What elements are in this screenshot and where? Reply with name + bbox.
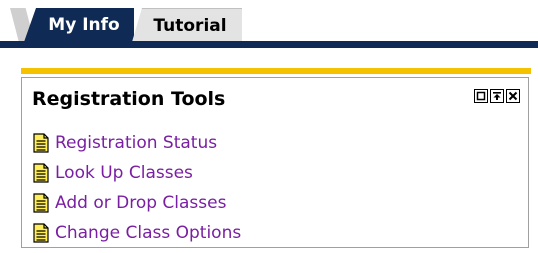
list-item: Registration Status bbox=[32, 128, 241, 158]
portlet-accent-bar bbox=[21, 68, 531, 74]
list-item: Add or Drop Classes bbox=[32, 188, 241, 218]
document-icon bbox=[33, 163, 49, 183]
list-item: Change Class Options bbox=[32, 218, 241, 248]
look-up-classes-link[interactable]: Look Up Classes bbox=[55, 163, 193, 183]
change-class-options-link[interactable]: Change Class Options bbox=[55, 223, 241, 243]
list-item: Look Up Classes bbox=[32, 158, 241, 188]
tab-bar: My Info Tutorial bbox=[0, 0, 538, 48]
document-icon bbox=[33, 223, 49, 243]
document-icon bbox=[33, 193, 49, 213]
registration-tools-portlet: Registration Tools Registration Status L… bbox=[21, 77, 529, 248]
tab-underline bbox=[0, 41, 538, 48]
restore-icon[interactable] bbox=[474, 89, 488, 103]
link-list: Registration Status Look Up Classes Add … bbox=[32, 128, 241, 248]
portlet-controls bbox=[474, 89, 520, 103]
registration-status-link[interactable]: Registration Status bbox=[55, 133, 217, 153]
tab-label: My Info bbox=[48, 15, 120, 35]
add-or-drop-classes-link[interactable]: Add or Drop Classes bbox=[55, 193, 226, 213]
tab-label: Tutorial bbox=[153, 16, 227, 36]
maximize-icon[interactable] bbox=[490, 89, 504, 103]
close-icon[interactable] bbox=[506, 89, 520, 103]
tab-tutorial[interactable]: Tutorial bbox=[132, 8, 242, 42]
tab-my-info[interactable]: My Info bbox=[24, 8, 134, 42]
portlet-title: Registration Tools bbox=[32, 88, 226, 110]
document-icon bbox=[33, 133, 49, 153]
